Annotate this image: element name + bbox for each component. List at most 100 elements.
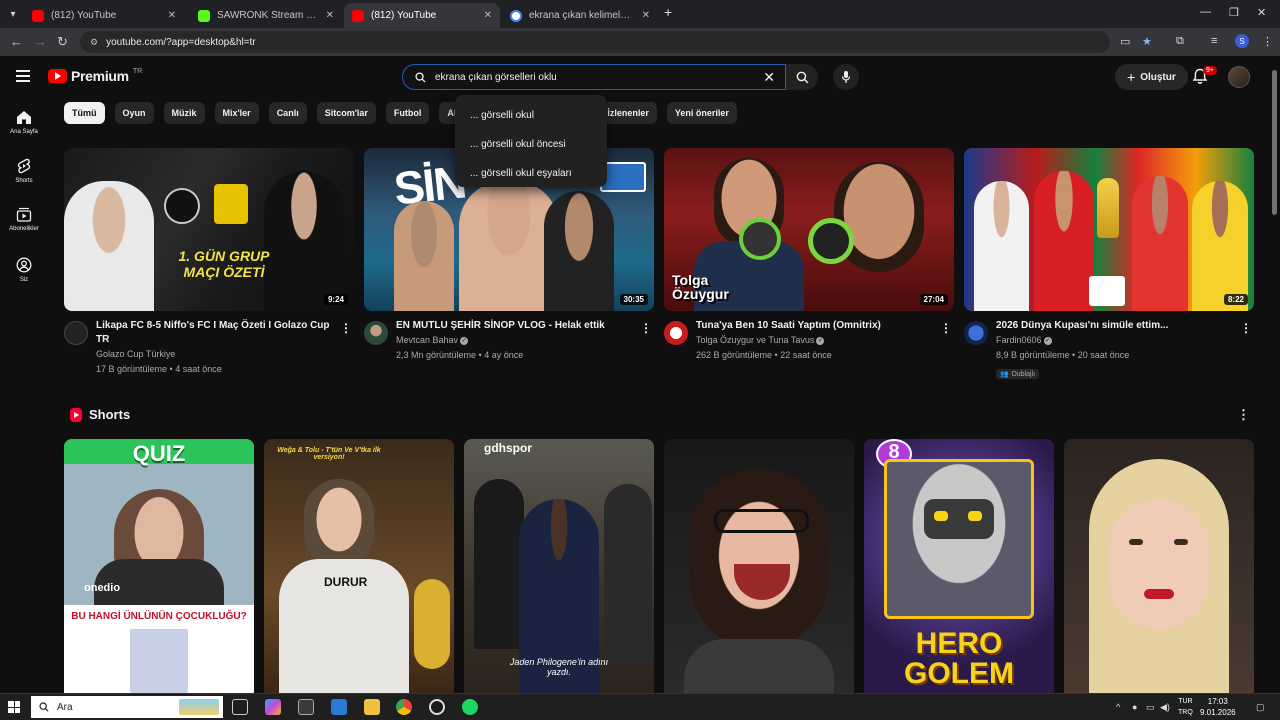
create-button[interactable]: + Oluştur — [1115, 64, 1188, 90]
browser-tab-1[interactable]: (812) YouTube ✕ — [24, 3, 184, 28]
channel-name[interactable]: Tolga Özuygur ve Tuna Tavus ✓ — [696, 333, 936, 348]
browser-tab-4[interactable]: ekrana çıkan kelimeleri okuma ✕ — [502, 3, 658, 28]
suggestion-item[interactable]: ... görselli okul öncesi — [455, 130, 607, 159]
video-title[interactable]: Likapa FC 8-5 Niffo's FC I Maç Özeti I G… — [96, 319, 336, 347]
store-icon[interactable] — [298, 699, 314, 715]
channel-name[interactable]: Mevtcan Bahav ✓ — [396, 333, 636, 348]
clear-search-icon[interactable]: ✕ — [763, 69, 775, 86]
channel-avatar[interactable] — [664, 321, 688, 345]
file-explorer-icon[interactable] — [364, 699, 380, 715]
search-input[interactable] — [435, 71, 755, 83]
more-actions-icon[interactable]: ⋮ — [1237, 407, 1250, 423]
browser-profile-avatar[interactable]: S — [1235, 34, 1249, 48]
search-button[interactable] — [786, 64, 818, 90]
short-card[interactable]: 8 HERO GOLEM — [864, 439, 1054, 693]
short-card[interactable]: Weğa & Tolu - T'tün Ve V'tka ilk versiyo… — [264, 439, 454, 693]
back-icon[interactable]: ← — [10, 34, 23, 49]
voice-search-button[interactable] — [833, 64, 859, 90]
chip-all[interactable]: Tümü — [64, 102, 105, 124]
channel-name-text: Fardin0606 — [996, 335, 1042, 345]
video-title[interactable]: 2026 Dünya Kupası'nı simüle ettim... — [996, 319, 1236, 333]
windows-start-icon[interactable] — [8, 701, 20, 713]
more-actions-icon[interactable]: ⋮ — [640, 321, 652, 335]
channel-name[interactable]: Fardin0606 ✓ — [996, 333, 1236, 348]
close-tab-icon[interactable]: ✕ — [326, 10, 334, 21]
more-actions-icon[interactable]: ⋮ — [1240, 321, 1252, 335]
browser-menu-icon[interactable]: ⋮ — [1262, 35, 1273, 48]
reading-list-icon[interactable]: ≡ — [1211, 35, 1217, 47]
display-icon[interactable]: ▭ — [1146, 702, 1155, 713]
chip-football[interactable]: Futbol — [385, 102, 430, 124]
menu-icon[interactable] — [16, 70, 30, 82]
forward-icon[interactable]: → — [34, 34, 47, 49]
chip-watched[interactable]: İzlenenler — [599, 102, 657, 124]
close-tab-icon[interactable]: ✕ — [484, 10, 492, 21]
site-info-icon[interactable]: ⚙ — [90, 37, 98, 48]
browser-tab-2[interactable]: SAWRONK Stream - Watch Live ✕ — [190, 3, 342, 28]
account-avatar[interactable] — [1228, 66, 1250, 88]
new-tab-icon[interactable]: + — [664, 4, 672, 20]
video-card[interactable]: 1. GÜN GRUP MAÇI ÖZETİ 9:24 Likapa FC 8-… — [64, 148, 354, 377]
video-card[interactable]: 8:22 2026 Dünya Kupası'nı simüle ettim..… — [964, 148, 1254, 381]
taskbar-search[interactable]: Ara — [31, 696, 223, 718]
channel-avatar[interactable] — [364, 321, 388, 345]
minimize-icon[interactable]: — — [1200, 6, 1211, 18]
sidebar-item-subscriptions[interactable]: Abonelikler — [0, 207, 48, 232]
channel-avatar[interactable] — [964, 321, 988, 345]
reload-icon[interactable]: ↻ — [57, 34, 68, 50]
video-thumbnail[interactable]: 1. GÜN GRUP MAÇI ÖZETİ 9:24 — [64, 148, 354, 311]
video-card[interactable]: Tolga Özuygur 27:04 Tuna'ya Ben 10 Saati… — [664, 148, 954, 363]
short-card[interactable] — [664, 439, 854, 693]
video-title[interactable]: EN MUTLU ŞEHİR SİNOP VLOG - Helak ettik — [396, 319, 636, 333]
input-language[interactable]: TUR TRQ — [1178, 696, 1193, 718]
suggestion-item[interactable]: ... görselli okul — [455, 101, 607, 130]
close-tab-icon[interactable]: ✕ — [168, 10, 176, 21]
extensions-icon[interactable]: ⧉ — [1176, 35, 1184, 48]
close-tab-icon[interactable]: ✕ — [642, 10, 650, 21]
task-view-icon[interactable] — [232, 699, 248, 715]
restore-icon[interactable]: ❐ — [1229, 6, 1239, 19]
chip-live[interactable]: Canlı — [268, 102, 307, 124]
browser-tab-3-active[interactable]: (812) YouTube ✕ — [344, 3, 500, 28]
tray-overflow-icon[interactable]: ^ — [1116, 702, 1120, 712]
short-card[interactable]: QUIZ onedio BU HANGİ ÜNLÜNÜN ÇOCUKLUĞU? — [64, 439, 254, 693]
chip-new-recommendations[interactable]: Yeni öneriler — [666, 102, 737, 124]
channel-avatar[interactable] — [64, 321, 88, 345]
channel-name[interactable]: Golazo Cup Türkiye — [96, 347, 336, 362]
volume-icon[interactable]: ◀) — [1160, 702, 1170, 713]
chip-mixes[interactable]: Mix'ler — [214, 102, 259, 124]
address-bar[interactable]: ⚙ youtube.com/?app=desktop&hl=tr — [80, 31, 1110, 53]
notifications-icon[interactable]: ▢ — [1256, 702, 1265, 713]
tab-search-button[interactable]: ▾ — [4, 5, 22, 23]
mail-icon[interactable] — [331, 699, 347, 715]
video-thumbnail[interactable]: Tolga Özuygur 27:04 — [664, 148, 954, 311]
chip-gaming[interactable]: Oyun — [114, 102, 154, 124]
spotify-icon[interactable] — [462, 699, 478, 715]
chip-music[interactable]: Müzik — [163, 102, 205, 124]
obs-icon[interactable] — [429, 699, 445, 715]
video-thumbnail[interactable]: 8:22 — [964, 148, 1254, 311]
close-window-icon[interactable]: ✕ — [1257, 6, 1266, 19]
more-actions-icon[interactable]: ⋮ — [340, 321, 352, 335]
bookmark-star-icon[interactable]: ★ — [1142, 35, 1152, 48]
microphone-icon[interactable]: ● — [1132, 702, 1137, 712]
chip-sitcoms[interactable]: Sitcom'lar — [316, 102, 376, 124]
chrome-icon[interactable] — [396, 699, 412, 715]
search-box[interactable]: ✕ — [402, 64, 786, 90]
video-title[interactable]: Tuna'ya Ben 10 Saati Yaptım (Omnitrix) — [696, 319, 936, 333]
short-card[interactable]: gdhspor Jaden Philogene'in adını yazdı. — [464, 439, 654, 693]
short-overlay-text: BU HANGİ ÜNLÜNÜN ÇOCUKLUĞU? — [71, 611, 247, 622]
system-clock[interactable]: 17:03 9.01.2026 — [1200, 696, 1236, 718]
suggestion-item[interactable]: ... görselli okul eşyaları — [455, 159, 607, 188]
sidebar-item-shorts[interactable]: Shorts — [0, 158, 48, 184]
tab-title: (812) YouTube — [51, 10, 117, 21]
youtube-premium-logo[interactable]: Premium TR — [48, 68, 142, 84]
sidebar-item-you[interactable]: Siz — [0, 257, 48, 283]
more-actions-icon[interactable]: ⋮ — [940, 321, 952, 335]
video-stats: 262 B görüntüleme • 22 saat önce — [696, 350, 832, 360]
copilot-icon[interactable] — [265, 699, 281, 715]
short-card[interactable] — [1064, 439, 1254, 693]
cast-icon[interactable]: ▭ — [1120, 35, 1130, 48]
sidebar-item-home[interactable]: Ana Sayfa — [0, 110, 48, 135]
page-scrollbar-thumb[interactable] — [1272, 70, 1277, 215]
